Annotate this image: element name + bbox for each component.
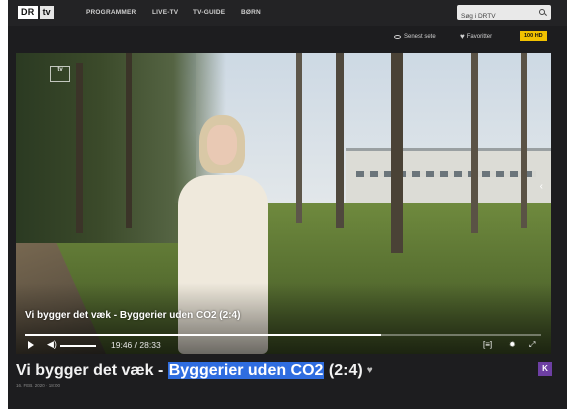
subtitles-icon[interactable]: [≡] <box>483 340 492 349</box>
play-icon[interactable] <box>28 341 34 349</box>
volume-slider[interactable] <box>60 345 96 347</box>
drtv-logo[interactable]: DR tv <box>18 6 54 19</box>
program-meta: 16. FEB. 2020 · 18:00 <box>16 383 61 388</box>
tree-trunk <box>296 53 302 223</box>
nav-born[interactable]: BØRN <box>241 9 261 16</box>
nav-live-tv[interactable]: LIVE-TV <box>152 9 178 16</box>
logo-tv: tv <box>39 6 54 19</box>
tree-trunk <box>126 53 132 228</box>
search-box[interactable] <box>457 5 551 24</box>
eye-icon <box>394 35 401 39</box>
fullscreen-icon[interactable]: ⤢ <box>529 340 535 350</box>
title-prefix: Vi bygger det væk - <box>16 362 168 379</box>
heart-icon: ♥ <box>460 32 465 41</box>
top-navigation: DR tv PROGRAMMER LIVE-TV TV-GUIDE BØRN <box>8 0 567 26</box>
progress-bar[interactable] <box>25 334 541 336</box>
time-separator: / <box>134 340 138 350</box>
quality-badge: 100 HD <box>520 31 547 41</box>
favorites-link[interactable]: ♥ Favoritter <box>460 32 493 41</box>
favorite-heart-icon[interactable]: ♥ <box>367 365 373 376</box>
title-highlight: Byggerier uden CO2 <box>167 362 325 379</box>
expand-arrow-icon[interactable]: ‹ <box>540 181 543 192</box>
tree-trunk <box>471 53 478 233</box>
tree-trunk <box>521 53 527 228</box>
volume-icon[interactable]: ◀) <box>47 339 57 350</box>
logo-dr: DR <box>18 6 38 19</box>
recently-seen-link[interactable]: Senest sete <box>394 34 436 40</box>
title-suffix: (2:4) <box>324 362 363 379</box>
nav-tv-guide[interactable]: TV-GUIDE <box>193 9 225 16</box>
gear-icon[interactable]: ✹ <box>509 340 516 349</box>
search-input[interactable] <box>457 9 535 24</box>
search-icon[interactable] <box>539 9 545 15</box>
progress-fill <box>25 334 382 336</box>
current-time: 19:46 <box>111 340 133 350</box>
time-display: 19:46 / 28:33 <box>111 340 161 350</box>
video-title: Vi bygger det væk - Byggerier uden CO2 (… <box>25 310 241 321</box>
duration: 28:33 <box>139 340 161 350</box>
tree-trunk <box>391 53 403 253</box>
secondary-bar: Senest sete ♥ Favoritter <box>8 26 567 48</box>
tv-watermark: tv <box>50 66 70 82</box>
app-frame: DR tv PROGRAMMER LIVE-TV TV-GUIDE BØRN S… <box>8 0 567 409</box>
k-badge: K <box>538 362 552 376</box>
nav-programmer[interactable]: PROGRAMMER <box>86 9 136 16</box>
recently-seen-label: Senest sete <box>404 34 436 40</box>
tree-trunk <box>76 63 83 233</box>
program-title: Vi bygger det væk - Byggerier uden CO2 (… <box>16 362 373 380</box>
video-player[interactable]: tv ‹ Vi bygger det væk - Byggerier uden … <box>16 53 551 354</box>
favorites-label: Favoritter <box>466 34 493 40</box>
tree-trunk <box>336 53 344 228</box>
player-controls: ◀) 19:46 / 28:33 [≡] ✹ ⤢ <box>16 338 551 354</box>
